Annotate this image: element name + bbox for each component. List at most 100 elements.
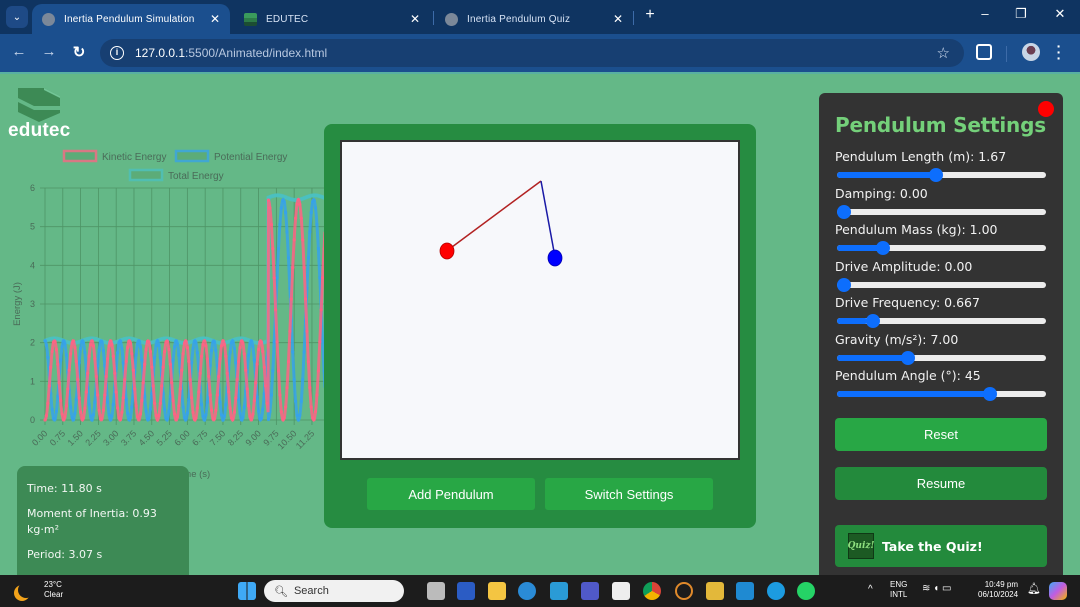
bookmark-star-icon[interactable]: ☆ (937, 44, 950, 62)
blue-pendulum-rod (540, 180, 556, 258)
reload-icon[interactable]: ↻ (69, 43, 89, 61)
slider-thumb[interactable] (983, 387, 998, 401)
slider-track[interactable] (837, 281, 1046, 288)
edutec-favicon-icon (244, 12, 257, 26)
settings-panel: Pendulum Settings Pendulum Length (m): 1… (819, 93, 1063, 575)
switch-settings-button[interactable]: Switch Settings (545, 478, 713, 510)
data-point (197, 390, 201, 394)
tab-inertia-simulation[interactable]: Inertia Pendulum Simulation ✕ (32, 4, 230, 34)
snipping-tool-icon[interactable] (706, 582, 724, 600)
new-tab-button[interactable]: + (640, 6, 660, 24)
notification-bell-icon[interactable]: 🔔︎ (1027, 584, 1041, 595)
data-point (174, 339, 178, 343)
data-point (89, 342, 93, 347)
back-arrow-icon[interactable]: ← (9, 43, 29, 60)
data-point (200, 354, 204, 358)
data-point (291, 266, 295, 270)
app-orange-icon[interactable] (675, 582, 693, 600)
help-app-icon[interactable] (518, 582, 536, 600)
data-point (238, 411, 242, 415)
slider-thumb[interactable] (928, 168, 943, 182)
edutec-logo[interactable]: edutec (8, 88, 78, 142)
teams-icon[interactable] (581, 582, 599, 600)
slider-input[interactable] (837, 350, 1046, 365)
profile-avatar[interactable] (1022, 43, 1040, 61)
minimize-button[interactable]: – (970, 6, 1000, 21)
reset-button[interactable]: Reset (835, 418, 1047, 451)
mywp-app-icon[interactable] (550, 582, 568, 600)
data-point (135, 342, 140, 346)
slider-input[interactable] (837, 314, 1046, 328)
taskbar-search-box[interactable]: 🔍︎ Search (264, 580, 404, 602)
data-point (134, 353, 138, 357)
copilot-icon[interactable] (1049, 582, 1067, 600)
slider-input[interactable] (837, 241, 1046, 255)
vscode-icon[interactable] (736, 582, 754, 600)
slider-input[interactable] (837, 387, 1046, 401)
data-point (299, 216, 303, 220)
data-point (316, 247, 320, 251)
slider-thumb[interactable] (837, 277, 851, 292)
data-point (301, 238, 305, 242)
take-quiz-button[interactable]: Quiz! Take the Quiz! (835, 525, 1047, 567)
close-tab-icon[interactable]: ✕ (410, 12, 420, 26)
close-tab-icon[interactable]: ✕ (613, 12, 623, 26)
resume-button[interactable]: Resume (835, 467, 1047, 500)
data-point (110, 414, 114, 418)
slider-thumb[interactable] (837, 204, 851, 219)
red-pendulum-bob[interactable] (439, 242, 455, 260)
data-point (56, 362, 60, 366)
data-point (231, 417, 235, 422)
data-point (257, 347, 261, 352)
url-text[interactable]: 127.0.0.1:5500/Animated/index.html (135, 46, 937, 60)
add-pendulum-button[interactable]: Add Pendulum (367, 478, 535, 510)
tab-search-button[interactable]: ⌄ (6, 6, 28, 28)
wifi-volume-battery-icons[interactable]: ≋ ◖ ▭ (922, 584, 951, 594)
data-point (74, 359, 78, 364)
data-point (248, 342, 252, 346)
windows-start-icon[interactable] (238, 582, 256, 600)
pendulum-canvas[interactable] (340, 140, 740, 460)
data-point (73, 346, 77, 350)
edge-icon[interactable] (767, 582, 785, 600)
data-point (303, 297, 308, 301)
file-explorer-icon[interactable] (488, 582, 506, 600)
recording-indicator-dot[interactable] (1038, 101, 1054, 117)
data-point (178, 387, 182, 391)
site-info-icon[interactable]: i (110, 46, 124, 60)
data-point (101, 348, 105, 353)
address-bar[interactable]: i 127.0.0.1:5500/Animated/index.html ☆ (100, 39, 964, 67)
data-point (315, 223, 319, 227)
data-point (101, 408, 105, 412)
chrome-icon[interactable] (643, 582, 661, 600)
clock[interactable]: 10:49 pm 06/10/2024 (978, 580, 1018, 600)
tab-inertia-quiz[interactable]: Inertia Pendulum Quiz ✕ (435, 4, 633, 34)
show-hidden-icons-chevron[interactable]: ^ (868, 585, 873, 595)
close-tab-icon[interactable]: ✕ (210, 12, 220, 26)
x-tick-label: 6.75 (190, 428, 209, 447)
extensions-puzzle-icon[interactable] (976, 44, 992, 60)
weather-widget[interactable]: 23°C Clear (14, 580, 63, 600)
slider-thumb[interactable] (901, 350, 916, 365)
more-menu-icon[interactable]: · · · (1054, 39, 1064, 65)
tab-edutec[interactable]: EDUTEC ✕ (234, 4, 430, 34)
slider-input[interactable] (837, 204, 1046, 219)
slider-track[interactable] (837, 208, 1046, 215)
language-indicator[interactable]: ENG INTL (890, 580, 907, 600)
slider-input[interactable] (837, 277, 1046, 292)
forward-arrow-icon[interactable]: → (39, 43, 59, 60)
close-window-button[interactable]: ✕ (1045, 6, 1075, 22)
whatsapp-icon[interactable] (797, 582, 815, 600)
word-icon[interactable] (457, 582, 475, 600)
slider-thumb[interactable] (876, 241, 890, 255)
data-point (53, 339, 57, 344)
task-view-icon[interactable] (427, 582, 445, 600)
data-point (305, 329, 309, 333)
restore-button[interactable]: ❐ (1006, 6, 1036, 22)
data-point (282, 200, 286, 204)
microsoft-store-icon[interactable] (612, 582, 630, 600)
blue-pendulum-bob[interactable] (547, 249, 563, 267)
slider-input[interactable] (837, 168, 1046, 182)
slider-thumb[interactable] (866, 314, 881, 328)
data-point (296, 418, 300, 422)
